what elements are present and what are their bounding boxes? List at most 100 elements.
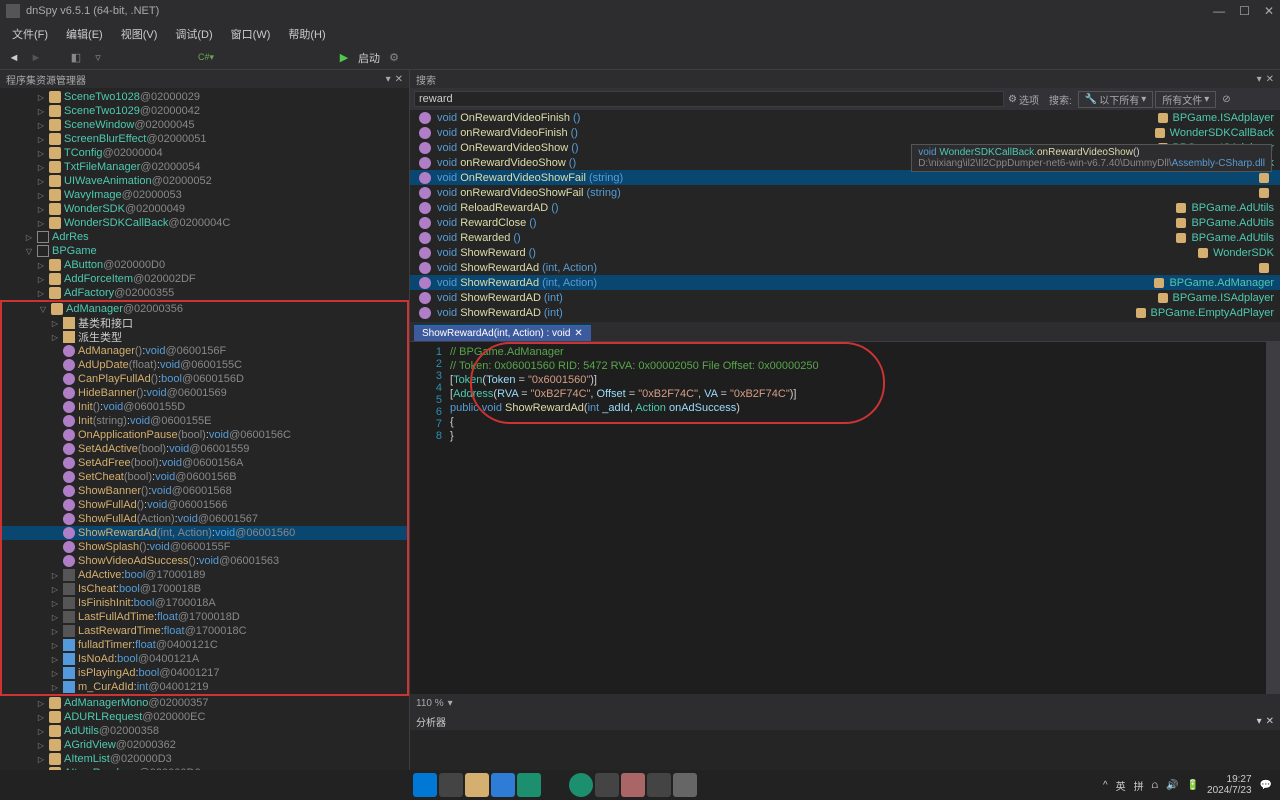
tree-row[interactable]: ▷SceneTwo1029 @02000042 (0, 104, 409, 118)
tree-row[interactable]: Init(string) : void @0600155E (2, 414, 407, 428)
notifications-icon[interactable]: 💬 (1260, 780, 1272, 791)
panel-dropdown-icon[interactable]: ▾ (1257, 74, 1262, 85)
tree-row[interactable]: ▷AGridView @02000362 (0, 738, 409, 752)
tree-row[interactable]: ▷SceneWindow @02000045 (0, 118, 409, 132)
tree-row[interactable]: ▷fulladTimer : float @0400121C (2, 638, 407, 652)
result-row[interactable]: void ShowRewardAd(int, Action) (410, 260, 1280, 275)
start-icon[interactable] (413, 773, 437, 797)
panel-close-icon[interactable]: ✕ (395, 74, 403, 85)
result-row[interactable]: void ShowRewardAd(int, Action)BPGame.AdM… (410, 275, 1280, 290)
task-icon[interactable] (569, 773, 593, 797)
result-row[interactable]: void OnRewardVideoFinish()BPGame.ISAdpla… (410, 110, 1280, 125)
tree-row[interactable]: ▷isPlayingAd : bool @04001217 (2, 666, 407, 680)
result-row[interactable]: void OnRewardVideoShowFail(string) (410, 170, 1280, 185)
tab-close-icon[interactable]: ✕ (574, 328, 582, 339)
analyzer-panel[interactable] (410, 730, 1280, 770)
tree-row[interactable]: ShowVideoAdSuccess() : void @06001563 (2, 554, 407, 568)
tree-row[interactable]: ▷TConfig @02000004 (0, 146, 409, 160)
tree-row[interactable]: SetCheat(bool) : void @0600156B (2, 470, 407, 484)
wifi-icon[interactable]: ⩍ (1152, 780, 1159, 791)
tab-showrewardad[interactable]: ShowRewardAd(int, Action) : void✕ (414, 325, 591, 341)
tree-row[interactable]: ▷IsCheat : bool @1700018B (2, 582, 407, 596)
search-results[interactable]: void OnRewardVideoFinish()BPGame.ISAdpla… (410, 110, 1280, 322)
nav-back-icon[interactable]: ◄ (6, 50, 22, 66)
csharp-icon[interactable]: C#▾ (198, 50, 214, 66)
tree-row[interactable]: OnApplicationPause(bool) : void @0600156… (2, 428, 407, 442)
tree-row[interactable]: ▷IsNoAd : bool @0400121A (2, 652, 407, 666)
minimize-icon[interactable]: — (1213, 4, 1225, 18)
tree-row[interactable]: ▽BPGame (0, 244, 409, 258)
tree-row[interactable]: ▷UIWaveAnimation @02000052 (0, 174, 409, 188)
tree-row[interactable]: ▽AdManager @02000356 (2, 302, 407, 316)
task-icon[interactable] (621, 773, 645, 797)
tree-row[interactable]: ▷IsFinishInit : bool @1700018A (2, 596, 407, 610)
tree-row[interactable]: ▷ADURLRequest @020000EC (0, 710, 409, 724)
tree-row[interactable]: ▷ScreenBlurEffect @02000051 (0, 132, 409, 146)
tree-row[interactable]: ▷派生类型 (2, 330, 407, 344)
explorer-icon[interactable] (465, 773, 489, 797)
tree-row[interactable]: SetAdActive(bool) : void @06001559 (2, 442, 407, 456)
tree-row[interactable]: ▷AdFactory @02000355 (0, 286, 409, 300)
tool-icon[interactable]: ⚙ (386, 50, 402, 66)
tree-row[interactable]: ShowBanner() : void @06001568 (2, 484, 407, 498)
task-icon[interactable] (439, 773, 463, 797)
nav-fwd-icon[interactable]: ► (28, 50, 44, 66)
panel-close-icon[interactable]: ✕ (1266, 716, 1274, 727)
tree-row[interactable]: ▷AItemList @020000D3 (0, 752, 409, 766)
close-icon[interactable]: ✕ (1264, 4, 1274, 18)
tree-row[interactable]: ▷SceneTwo1028 @02000029 (0, 90, 409, 104)
task-icon[interactable] (647, 773, 671, 797)
tree-row[interactable]: SetAdFree(bool) : void @0600156A (2, 456, 407, 470)
task-icon[interactable] (491, 773, 515, 797)
result-row[interactable]: void ShowRewardAD(int)BPGame.EmptyAdPlay… (410, 305, 1280, 320)
task-icon[interactable] (673, 773, 697, 797)
result-row[interactable]: void onRewardVideoShowFail(string) (410, 185, 1280, 200)
start-icon[interactable]: ▶ (336, 50, 352, 66)
tree-row[interactable]: AdManager() : void @0600156F (2, 344, 407, 358)
result-row[interactable]: void ReloadRewardAD()BPGame.AdUtils (410, 200, 1280, 215)
tree-row[interactable]: ▷AdUtils @02000358 (0, 724, 409, 738)
tree-row[interactable]: ▷TxtFileManager @02000054 (0, 160, 409, 174)
tool-icon[interactable]: ◧ (68, 50, 84, 66)
battery-icon[interactable]: 🔋 (1187, 780, 1199, 791)
maximize-icon[interactable]: ☐ (1239, 4, 1250, 18)
menu-view[interactable]: 视图(V) (113, 24, 166, 44)
search-opt-files[interactable]: 所有文件 ▾ (1155, 91, 1216, 108)
tree-row[interactable]: ▷WonderSDK @02000049 (0, 202, 409, 216)
tree-row[interactable]: ▷LastRewardTime : float @1700018C (2, 624, 407, 638)
start-label[interactable]: 启动 (358, 50, 380, 66)
menu-edit[interactable]: 编辑(E) (58, 24, 111, 44)
result-row[interactable]: void onRewardVideoFinish()WonderSDKCallB… (410, 125, 1280, 140)
edge-icon[interactable] (517, 773, 541, 797)
search-opt-scope[interactable]: 🔧 以下所有 ▾ (1078, 91, 1153, 108)
result-row[interactable]: void RewardClose()BPGame.AdUtils (410, 215, 1280, 230)
menu-window[interactable]: 窗口(W) (223, 24, 279, 44)
search-opt-options[interactable]: ⚙ 选项 (1004, 91, 1043, 108)
tree-row[interactable]: ShowFullAd() : void @06001566 (2, 498, 407, 512)
menu-file[interactable]: 文件(F) (4, 24, 56, 44)
panel-close-icon[interactable]: ✕ (1266, 74, 1274, 85)
tree-row[interactable]: ▷m_CurAdId : int @04001219 (2, 680, 407, 694)
code-editor[interactable]: 12345678 // BPGame.AdManager // Token: 0… (410, 342, 1280, 694)
panel-dropdown-icon[interactable]: ▾ (1257, 716, 1262, 727)
tree-row[interactable]: AdUpDate(float) : void @0600155C (2, 358, 407, 372)
tree-row[interactable]: ▷AdManagerMono @02000357 (0, 696, 409, 710)
search-clear-icon[interactable]: ⊘ (1218, 91, 1234, 108)
result-row[interactable]: void ShowRewardAD(int)BPGame.ISAdplayer (410, 290, 1280, 305)
minimap[interactable] (1266, 342, 1280, 694)
zoom-dropdown-icon[interactable]: ▾ (448, 698, 453, 709)
tree-row[interactable]: ▷AddForceItem @020002DF (0, 272, 409, 286)
result-row[interactable]: void ShowReward()WonderSDK (410, 245, 1280, 260)
assembly-tree[interactable]: ▷SceneTwo1028 @02000029▷SceneTwo1029 @02… (0, 88, 409, 770)
tree-row[interactable]: Init() : void @0600155D (2, 400, 407, 414)
steam-icon[interactable] (543, 773, 567, 797)
tree-row[interactable]: HideBanner() : void @06001569 (2, 386, 407, 400)
search-input[interactable] (414, 91, 1004, 107)
tray-chevron-icon[interactable]: ^ (1103, 780, 1108, 791)
system-tray[interactable]: ^ 英 拼 ⩍ 🔊 🔋 19:272024/7/23 💬 (1103, 774, 1272, 796)
tree-row[interactable]: ▷LastFullAdTime : float @1700018D (2, 610, 407, 624)
volume-icon[interactable]: 🔊 (1166, 780, 1178, 791)
panel-dropdown-icon[interactable]: ▾ (386, 74, 391, 85)
tree-row[interactable]: ▷AdActive : bool @17000189 (2, 568, 407, 582)
tree-row[interactable]: ▷基类和接口 (2, 316, 407, 330)
